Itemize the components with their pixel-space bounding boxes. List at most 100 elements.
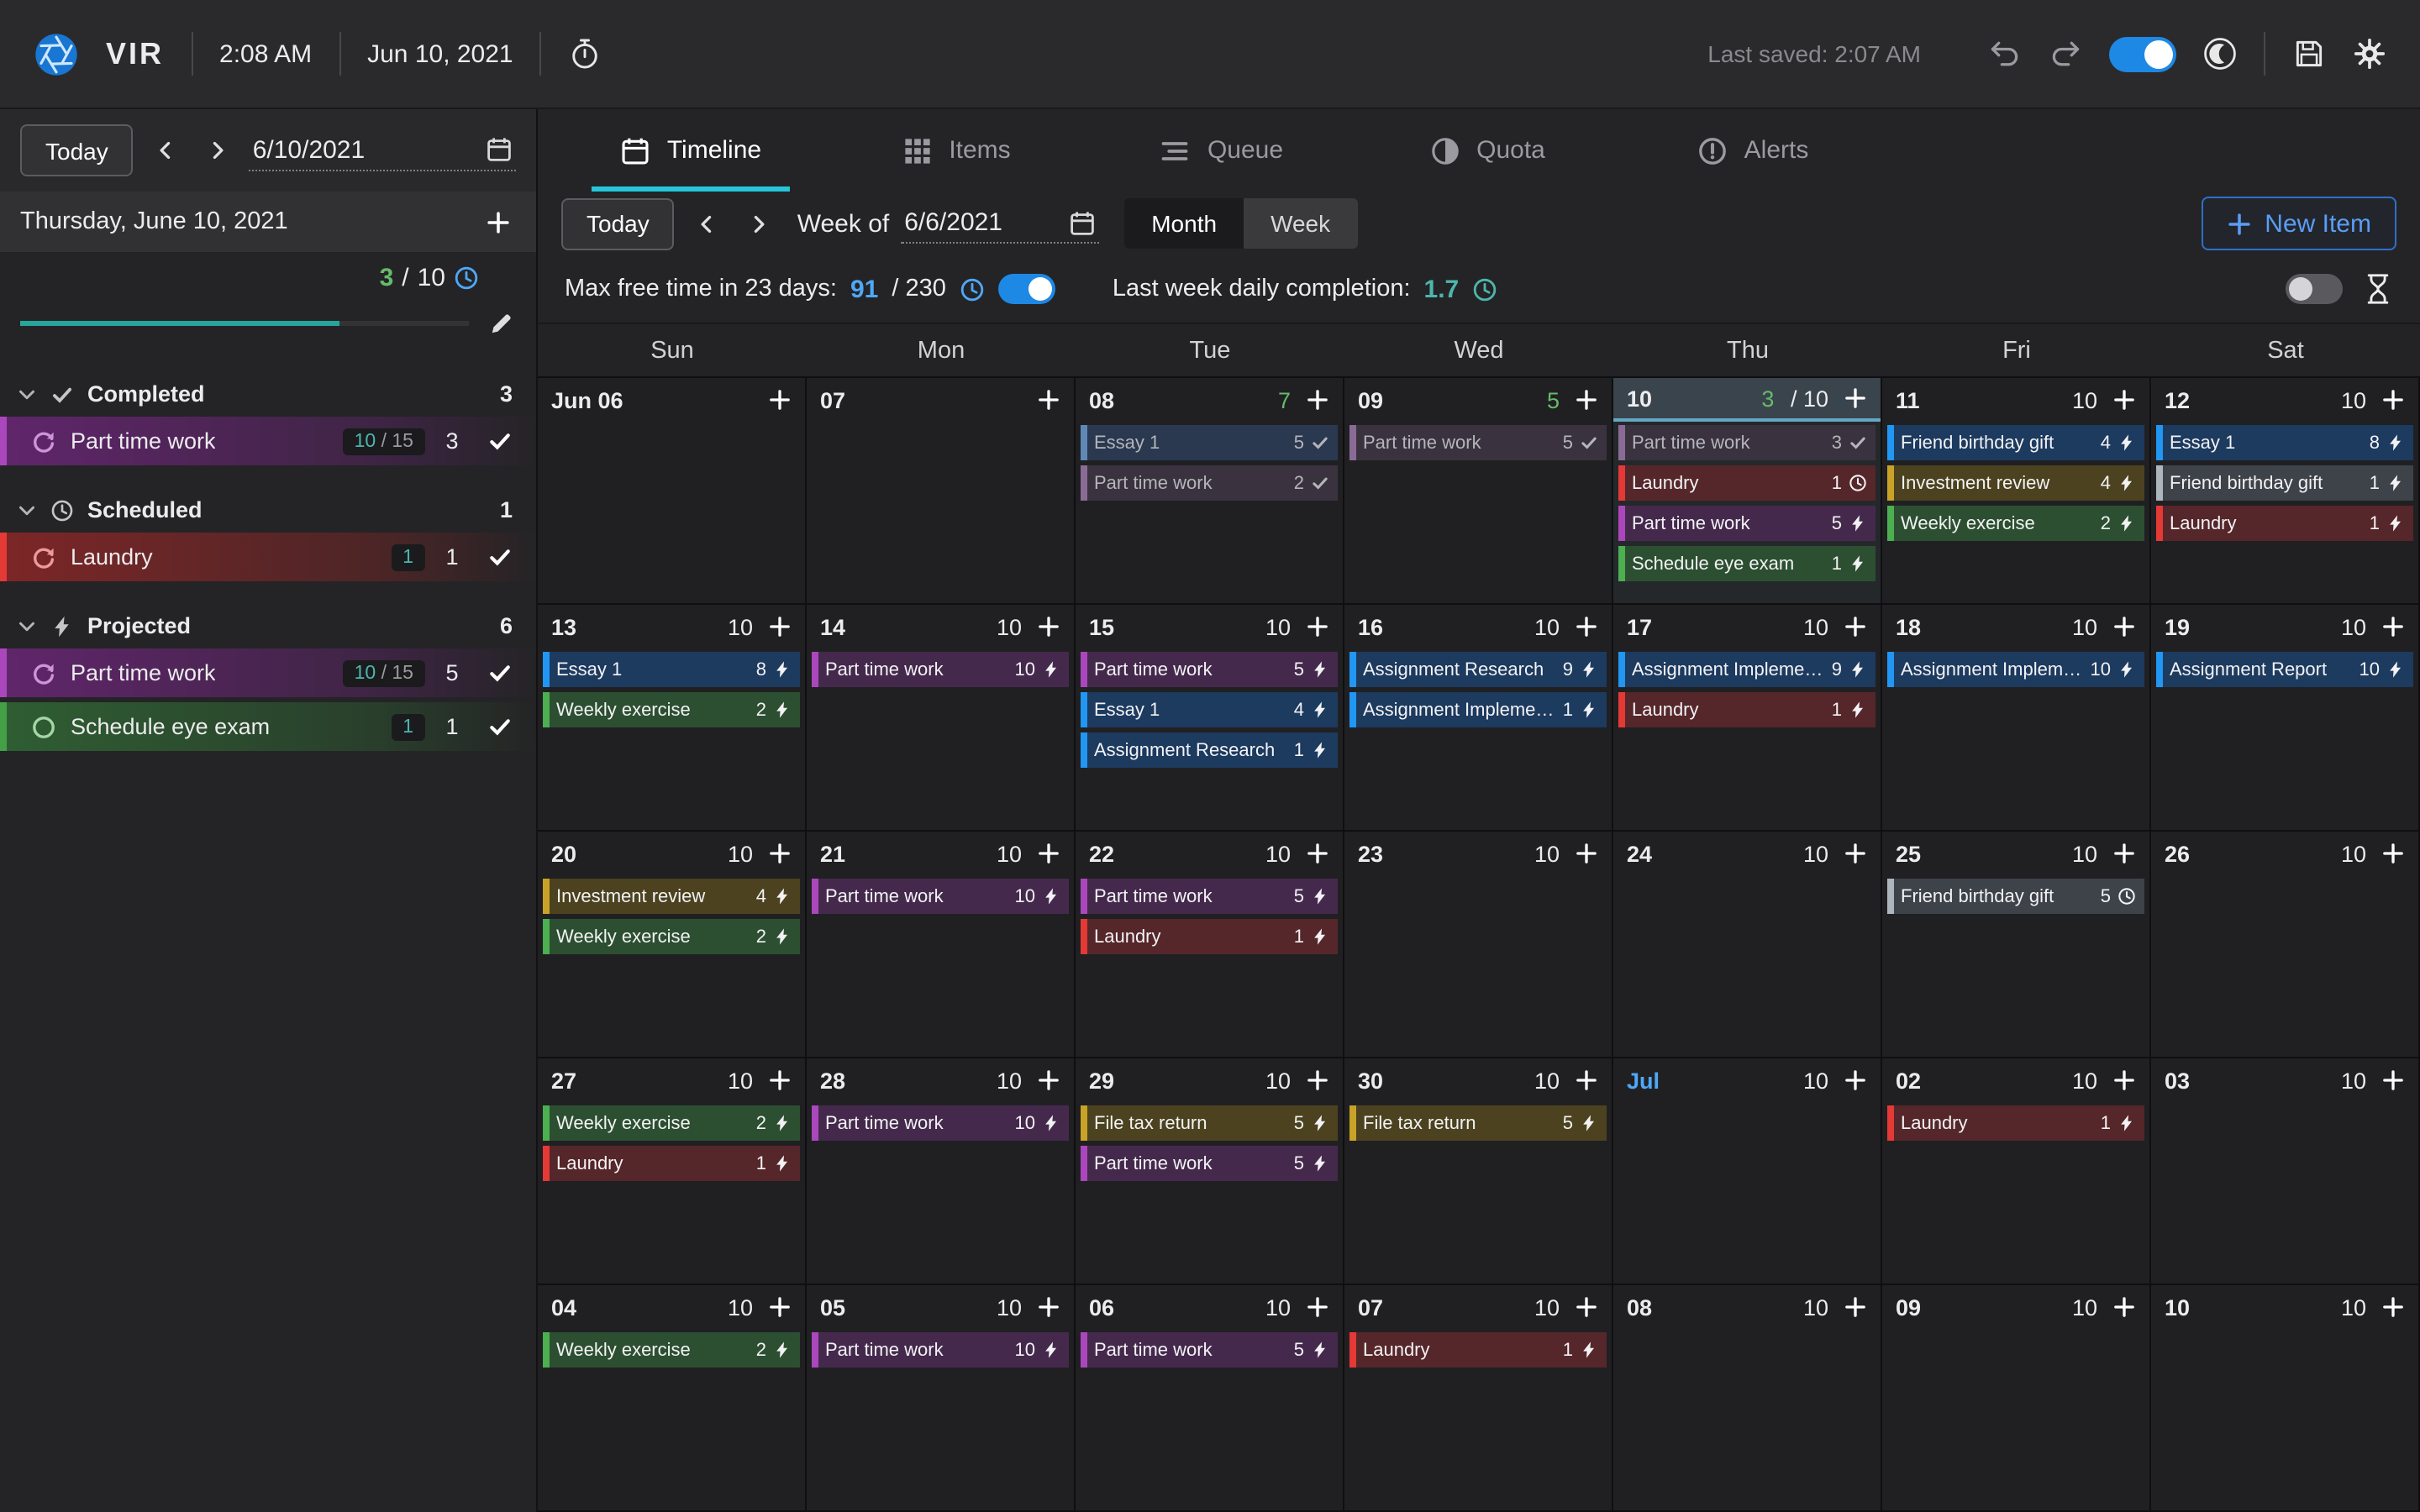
task-complete-button[interactable]: [479, 537, 519, 577]
next-day-button[interactable]: [197, 129, 238, 172]
day-cell-4-10[interactable]: 10 3 / 10 Part time work 3 Laundry 1 Par…: [1613, 378, 1882, 605]
day-cell-14-20[interactable]: 20 10 Investment review 4 Weekly exercis…: [538, 832, 807, 1058]
timer-button[interactable]: [569, 37, 602, 71]
event-chip-weekly-exercise[interactable]: Weekly exercise 2: [543, 692, 800, 727]
day-cell-8-14[interactable]: 14 10 Part time work 10: [807, 605, 1076, 832]
event-chip-weekly-exercise[interactable]: Weekly exercise 2: [543, 1332, 800, 1368]
day-cell-21-27[interactable]: 27 10 Weekly exercise 2 Laundry 1: [538, 1058, 807, 1285]
day-cell-3-09[interactable]: 09 5 Part time work 5: [1344, 378, 1613, 605]
event-chip-part-time-work[interactable]: Part time work 10: [812, 652, 1069, 687]
add-item-button[interactable]: [2376, 610, 2410, 643]
month-view-button[interactable]: Month: [1124, 198, 1244, 249]
add-item-button[interactable]: [763, 383, 797, 417]
next-week-button[interactable]: [739, 202, 779, 245]
event-chip-laundry[interactable]: Laundry 1: [1081, 919, 1338, 954]
task-complete-button[interactable]: [479, 653, 519, 693]
day-cell-6-12[interactable]: 12 10 Essay 1 8 Friend birthday gift 1 L…: [2151, 378, 2420, 605]
focus-mode-toggle[interactable]: [2286, 274, 2343, 304]
tab-alerts[interactable]: Alerts: [1620, 109, 1886, 192]
event-chip-assignment-research[interactable]: Assignment Research 1: [1081, 732, 1338, 768]
add-item-button[interactable]: [1839, 381, 1872, 415]
event-chip-investment-review[interactable]: Investment review 4: [543, 879, 800, 914]
event-chip-friend-birthday-gift[interactable]: Friend birthday gift 4: [1887, 425, 2144, 460]
event-chip-weekly-exercise[interactable]: Weekly exercise 2: [543, 1105, 800, 1141]
day-cell-34-10[interactable]: 10 10: [2151, 1285, 2420, 1512]
add-item-button[interactable]: [763, 1063, 797, 1097]
week-view-button[interactable]: Week: [1244, 198, 1357, 249]
event-chip-part-time-work[interactable]: Part time work 2: [1081, 465, 1338, 501]
add-item-button[interactable]: [1570, 383, 1603, 417]
day-cell-16-22[interactable]: 22 10 Part time work 5 Laundry 1: [1076, 832, 1344, 1058]
event-chip-part-time-work[interactable]: Part time work 5: [1081, 1332, 1338, 1368]
new-item-button[interactable]: New Item: [2201, 197, 2396, 250]
add-item-button[interactable]: [2376, 383, 2410, 417]
add-item-button[interactable]: [1032, 610, 1065, 643]
event-chip-laundry[interactable]: Laundry 1: [1349, 1332, 1607, 1368]
add-item-button[interactable]: [1301, 383, 1334, 417]
add-item-button[interactable]: [1839, 1290, 1872, 1324]
day-cell-17-23[interactable]: 23 10: [1344, 832, 1613, 1058]
event-chip-part-time-work[interactable]: Part time work 3: [1618, 425, 1876, 460]
event-chip-part-time-work[interactable]: Part time work 5: [1081, 879, 1338, 914]
event-chip-laundry[interactable]: Laundry 1: [1618, 692, 1876, 727]
day-cell-12-18[interactable]: 18 10 Assignment Implem… 10: [1882, 605, 2151, 832]
day-cell-10-16[interactable]: 16 10 Assignment Research 9 Assignment I…: [1344, 605, 1613, 832]
task-item-schedule-eye-exam[interactable]: Schedule eye exam 1 1: [0, 702, 536, 751]
sidebar-date-input[interactable]: 6/10/2021: [250, 130, 516, 171]
day-cell-20-26[interactable]: 26 10: [2151, 832, 2420, 1058]
event-chip-assignment-research[interactable]: Assignment Research 9: [1349, 652, 1607, 687]
add-item-button[interactable]: [2376, 837, 2410, 870]
event-chip-assignment-impleme[interactable]: Assignment Impleme… 1: [1349, 692, 1607, 727]
day-cell-19-25[interactable]: 25 10 Friend birthday gift 5: [1882, 832, 2151, 1058]
day-cell-9-15[interactable]: 15 10 Part time work 5 Essay 1 4 Assignm…: [1076, 605, 1344, 832]
event-chip-essay-1[interactable]: Essay 1 4: [1081, 692, 1338, 727]
prev-day-button[interactable]: [145, 129, 186, 172]
day-cell-32-08[interactable]: 08 10: [1613, 1285, 1882, 1512]
event-chip-part-time-work[interactable]: Part time work 5: [1081, 1146, 1338, 1181]
add-item-button[interactable]: [2376, 1290, 2410, 1324]
add-item-button[interactable]: [2107, 383, 2141, 417]
section-header[interactable]: Scheduled 1: [0, 487, 536, 533]
day-cell-26-02[interactable]: 02 10 Laundry 1: [1882, 1058, 2151, 1285]
event-chip-file-tax-return[interactable]: File tax return 5: [1081, 1105, 1338, 1141]
event-chip-schedule-eye-exam[interactable]: Schedule eye exam 1: [1618, 546, 1876, 581]
event-chip-friend-birthday-gift[interactable]: Friend birthday gift 1: [2156, 465, 2413, 501]
redo-button[interactable]: [2049, 37, 2082, 71]
add-item-button[interactable]: [1570, 1290, 1603, 1324]
event-chip-laundry[interactable]: Laundry 1: [2156, 506, 2413, 541]
add-item-button[interactable]: [1032, 383, 1065, 417]
add-item-button[interactable]: [1570, 837, 1603, 870]
day-cell-28-04[interactable]: 04 10 Weekly exercise 2: [538, 1285, 807, 1512]
task-complete-button[interactable]: [479, 706, 519, 747]
calendar-today-button[interactable]: Today: [561, 197, 675, 249]
theme-toggle[interactable]: [2109, 36, 2176, 71]
undo-button[interactable]: [1988, 37, 2022, 71]
add-item-button[interactable]: [1301, 1290, 1334, 1324]
day-cell-7-13[interactable]: 13 10 Essay 1 8 Weekly exercise 2: [538, 605, 807, 832]
tab-timeline[interactable]: Timeline: [558, 109, 823, 192]
prev-week-button[interactable]: [687, 202, 727, 245]
settings-button[interactable]: [2353, 37, 2386, 71]
day-cell-18-24[interactable]: 24 10: [1613, 832, 1882, 1058]
section-header[interactable]: Completed 3: [0, 371, 536, 417]
add-item-button[interactable]: [1032, 1290, 1065, 1324]
add-item-button[interactable]: [1570, 610, 1603, 643]
event-chip-part-time-work[interactable]: Part time work 10: [812, 1105, 1069, 1141]
event-chip-friend-birthday-gift[interactable]: Friend birthday gift 5: [1887, 879, 2144, 914]
add-item-button[interactable]: [1570, 1063, 1603, 1097]
day-cell-29-05[interactable]: 05 10 Part time work 10: [807, 1285, 1076, 1512]
day-cell-13-19[interactable]: 19 10 Assignment Report 10: [2151, 605, 2420, 832]
day-cell-15-21[interactable]: 21 10 Part time work 10: [807, 832, 1076, 1058]
event-chip-assignment-report[interactable]: Assignment Report 10: [2156, 652, 2413, 687]
event-chip-weekly-exercise[interactable]: Weekly exercise 2: [543, 919, 800, 954]
add-item-button[interactable]: [2107, 610, 2141, 643]
edit-day-button[interactable]: [486, 307, 516, 338]
add-item-button[interactable]: [2107, 1063, 2141, 1097]
event-chip-file-tax-return[interactable]: File tax return 5: [1349, 1105, 1607, 1141]
task-complete-button[interactable]: [479, 421, 519, 461]
add-item-button[interactable]: [1301, 1063, 1334, 1097]
event-chip-part-time-work[interactable]: Part time work 10: [812, 1332, 1069, 1368]
event-chip-laundry[interactable]: Laundry 1: [543, 1146, 800, 1181]
add-item-button[interactable]: [763, 1290, 797, 1324]
task-item-part-time-work[interactable]: Part time work 10 / 15 5: [0, 648, 536, 697]
